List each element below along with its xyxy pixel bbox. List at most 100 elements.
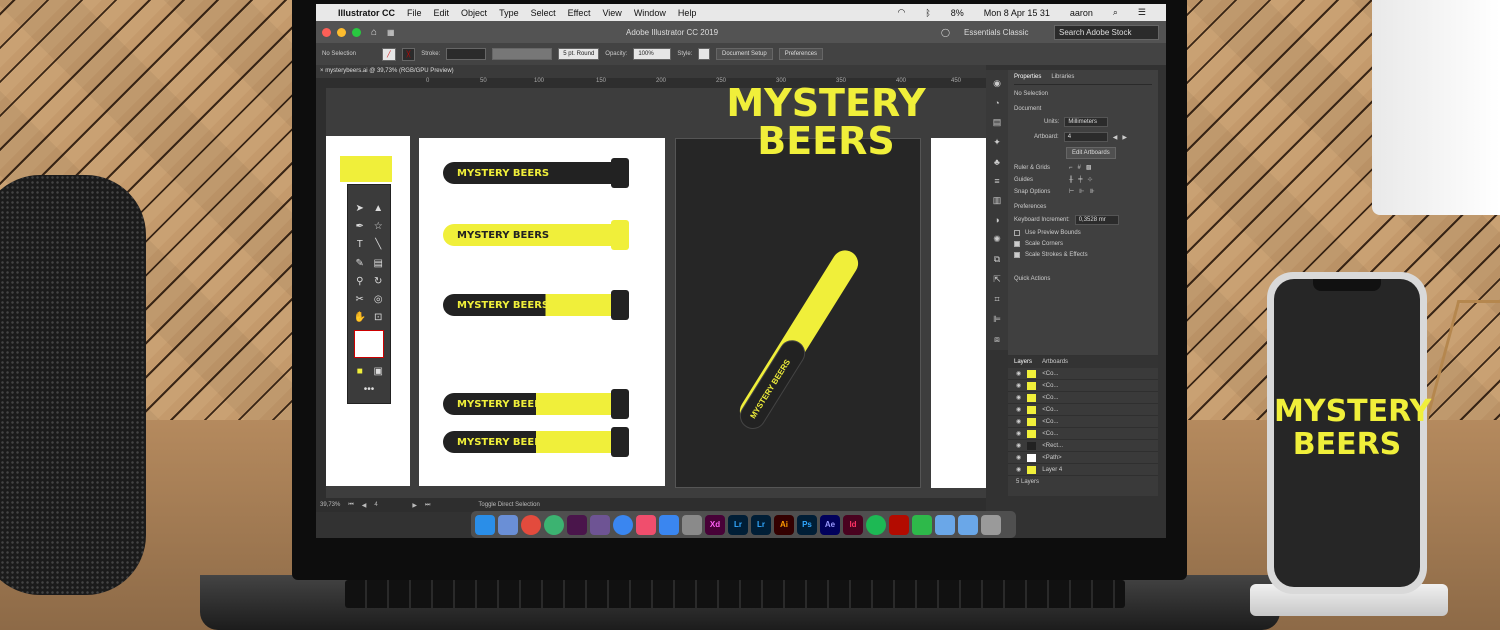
opacity-field[interactable]: 100% — [633, 48, 672, 60]
menu-window[interactable]: Window — [634, 8, 666, 18]
trash-icon[interactable] — [981, 514, 1001, 535]
lightroom-classic-icon[interactable]: Lr — [751, 514, 771, 535]
menu-file[interactable]: File — [407, 8, 422, 18]
rotate-tool-icon[interactable]: ↻ — [374, 276, 382, 291]
pen-tool-icon[interactable]: ✒ — [356, 221, 364, 236]
label-split[interactable]: MYSTERY BEERS — [443, 290, 629, 320]
preview-icon[interactable] — [498, 514, 518, 535]
stroke-icon[interactable]: ≡ — [994, 176, 999, 186]
variable-width-field[interactable] — [492, 48, 553, 60]
grid-icon[interactable]: # — [1078, 165, 1081, 171]
align-icon[interactable]: ⊫ — [993, 314, 1001, 325]
tab-properties[interactable]: Properties — [1014, 74, 1041, 80]
zoom-window-button[interactable] — [352, 27, 361, 37]
fill-stroke-icon[interactable] — [354, 330, 384, 359]
fill-swatch[interactable]: ╱ — [382, 47, 396, 61]
snap-point-icon[interactable]: ⊢ — [1069, 188, 1074, 195]
system-preferences-icon[interactable] — [682, 514, 702, 535]
tab-layers[interactable]: Layers — [1014, 359, 1032, 365]
menu-view[interactable]: View — [602, 8, 621, 18]
appearance-icon[interactable]: ✺ — [993, 234, 1001, 245]
eye-icon[interactable]: ◉ — [1016, 394, 1021, 401]
eye-icon[interactable]: ◉ — [1016, 406, 1021, 413]
symbols-icon[interactable]: ♣ — [994, 157, 1000, 167]
scissors-tool-icon[interactable]: ✂ — [356, 294, 364, 309]
next-artboard-icon[interactable]: ▶ — [412, 502, 417, 509]
selection-tool-icon[interactable]: ➤ — [356, 203, 364, 218]
eyedropper-tool-icon[interactable]: ⚲ — [356, 276, 363, 291]
document-tab-title[interactable]: mysterybeers.ai @ 39,73% (RGB/GPU Previe… — [325, 68, 453, 74]
tab-libraries[interactable]: Libraries — [1051, 74, 1074, 80]
layer-name[interactable]: <Co... — [1042, 371, 1058, 377]
shape-builder-icon[interactable]: ◎ — [374, 294, 383, 309]
label-split[interactable]: MYSTERY BEERS — [443, 389, 629, 419]
battery-percent[interactable]: 8% — [951, 8, 964, 18]
layer-row[interactable]: ◉ <Co... — [1008, 416, 1158, 428]
github-icon[interactable] — [590, 514, 610, 535]
eye-icon[interactable]: ◉ — [1016, 430, 1021, 437]
downloads-folder-icon[interactable] — [935, 514, 955, 535]
chat-icon[interactable] — [613, 514, 633, 535]
color-icon[interactable]: ▤ — [993, 117, 1002, 128]
chrome-icon[interactable] — [521, 514, 541, 535]
layer-row[interactable]: ◉ <Co... — [1008, 380, 1158, 392]
keyboard-increment-field[interactable]: 0,3528 mr — [1074, 215, 1119, 225]
eye-icon[interactable]: ◉ — [1016, 418, 1021, 425]
facetime-icon[interactable] — [912, 514, 932, 535]
brushes-icon[interactable]: ✦ — [993, 137, 1001, 148]
search-icon[interactable]: ⌕ — [1113, 7, 1118, 18]
gradient-icon[interactable]: ▥ — [993, 195, 1002, 206]
list-icon[interactable]: ☰ — [1138, 7, 1146, 18]
document-setup-button[interactable]: Document Setup — [716, 48, 773, 60]
lightbulb-icon[interactable]: ◯ — [941, 28, 950, 37]
layer-name[interactable]: <Rect... — [1042, 443, 1063, 449]
after-effects-icon[interactable]: Ae — [820, 514, 840, 535]
layer-row[interactable]: ◉ <Co... — [1008, 368, 1158, 380]
label-split[interactable]: MYSTERY BEERS — [443, 427, 629, 457]
indesign-icon[interactable]: Id — [843, 514, 863, 535]
clock[interactable]: Mon 8 Apr 15 31 — [984, 8, 1050, 18]
cc-libraries-icon[interactable]: ◉ — [993, 78, 1001, 89]
star-tool-icon[interactable]: ☆ — [374, 221, 383, 236]
lightroom-icon[interactable]: Lr — [728, 514, 748, 535]
screen-mode-icon[interactable]: ▣ — [374, 366, 383, 381]
eye-icon[interactable]: ◉ — [1016, 454, 1021, 461]
use-preview-bounds-checkbox[interactable] — [1014, 230, 1020, 236]
bluetooth-icon[interactable]: ᛒ — [925, 8, 930, 18]
export-icon[interactable]: ⇱ — [993, 274, 1001, 285]
layer-row[interactable]: ◉ <Co... — [1008, 404, 1158, 416]
music-icon[interactable] — [636, 514, 656, 535]
artboard-tool-icon[interactable]: ⊡ — [374, 312, 382, 327]
spotify-icon[interactable] — [866, 514, 886, 535]
artboard-2[interactable]: MYSTERY BEERS MYSTERY BEERS MYSTERY BEER… — [419, 138, 665, 486]
type-tool-icon[interactable]: T — [357, 239, 363, 254]
messages-app-icon[interactable] — [544, 514, 564, 535]
stock-search-input[interactable]: Search Adobe Stock — [1054, 24, 1159, 40]
edit-artboards-button[interactable]: Edit Artboards — [1066, 147, 1116, 159]
layer-name[interactable]: <Co... — [1042, 395, 1058, 401]
layer-name[interactable]: <Path> — [1042, 455, 1061, 461]
zoom-level[interactable]: 39,73% — [320, 502, 340, 508]
home-icon[interactable]: ⌂ — [371, 27, 377, 38]
smart-guides-icon[interactable]: ⊹ — [1088, 176, 1093, 183]
guides-icon[interactable]: ╫ — [1069, 177, 1073, 183]
artboard-number[interactable]: 4 — [374, 502, 404, 508]
close-tab-icon[interactable]: × — [320, 68, 324, 74]
transparency-grid-icon[interactable]: ▩ — [1086, 164, 1092, 171]
menu-app-name[interactable]: Illustrator CC — [338, 8, 395, 18]
slack-icon[interactable] — [567, 514, 587, 535]
prev-arrow-icon[interactable]: ◀ — [1113, 134, 1118, 141]
eye-icon[interactable]: ◉ — [1016, 370, 1021, 377]
minimize-window-button[interactable] — [337, 27, 346, 37]
ruler-icon[interactable]: ⌐ — [1069, 165, 1073, 171]
snap-pixel-icon[interactable]: ⊩ — [1079, 188, 1084, 195]
stroke-swatch[interactable]: ╳ — [401, 47, 416, 61]
transparency-icon[interactable]: ◑ — [994, 215, 999, 225]
last-artboard-icon[interactable]: ⏭ — [425, 502, 430, 509]
eye-icon[interactable]: ◉ — [1016, 466, 1021, 473]
properties-icon[interactable]: ◔ — [994, 98, 999, 108]
scale-strokes-checkbox[interactable] — [1014, 252, 1020, 258]
gradient-tool-icon[interactable]: ▤ — [374, 258, 383, 273]
poster-title[interactable]: MYSTERY BEERS — [726, 84, 926, 160]
units-select[interactable]: Millimeters — [1064, 117, 1109, 127]
